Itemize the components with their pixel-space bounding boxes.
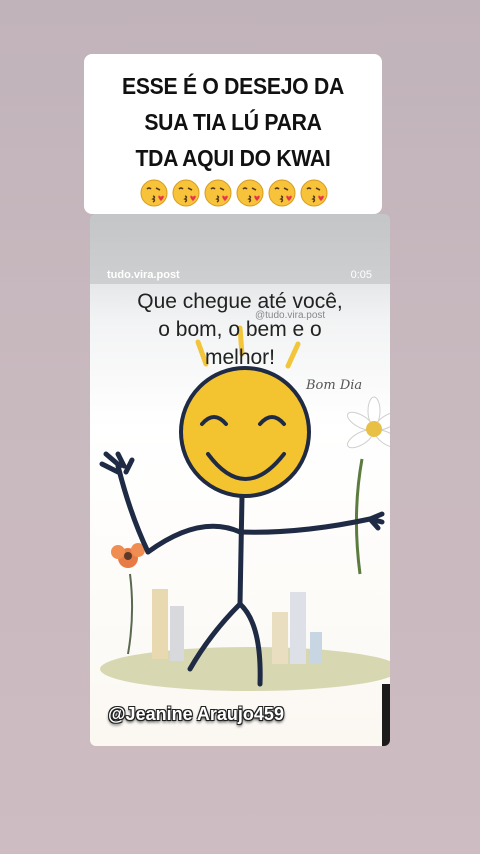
video-duration: 0:05 xyxy=(350,269,372,281)
emoji-row xyxy=(134,178,334,210)
kissing-face-icon xyxy=(140,179,168,207)
watermark: @tudo.vira.post xyxy=(255,310,326,321)
brand-label: tudo.vira.post xyxy=(107,269,180,281)
kissing-face-icon xyxy=(268,179,296,207)
kissing-face-icon xyxy=(236,179,264,207)
caption-box: ESSE É O DESEJO DA SUA TIA LÚ PARA TDA A… xyxy=(84,54,382,214)
kissing-face-icon xyxy=(172,179,200,207)
greeting-text: Bom Dia xyxy=(306,378,363,393)
kissing-face-icon xyxy=(300,179,328,207)
kissing-face-icon xyxy=(204,179,232,207)
card-edge xyxy=(382,684,390,746)
video-card[interactable]: tudo.vira.post 0:05 Que chegue até você,… xyxy=(90,214,390,746)
post-phrase: Que chegue até você, o bom, o bem e o me… xyxy=(137,290,343,369)
caption-text: ESSE É O DESEJO DA SUA TIA LÚ PARA TDA A… xyxy=(121,73,344,171)
username-tag[interactable]: @Jeanine Araujo459 xyxy=(108,704,284,725)
